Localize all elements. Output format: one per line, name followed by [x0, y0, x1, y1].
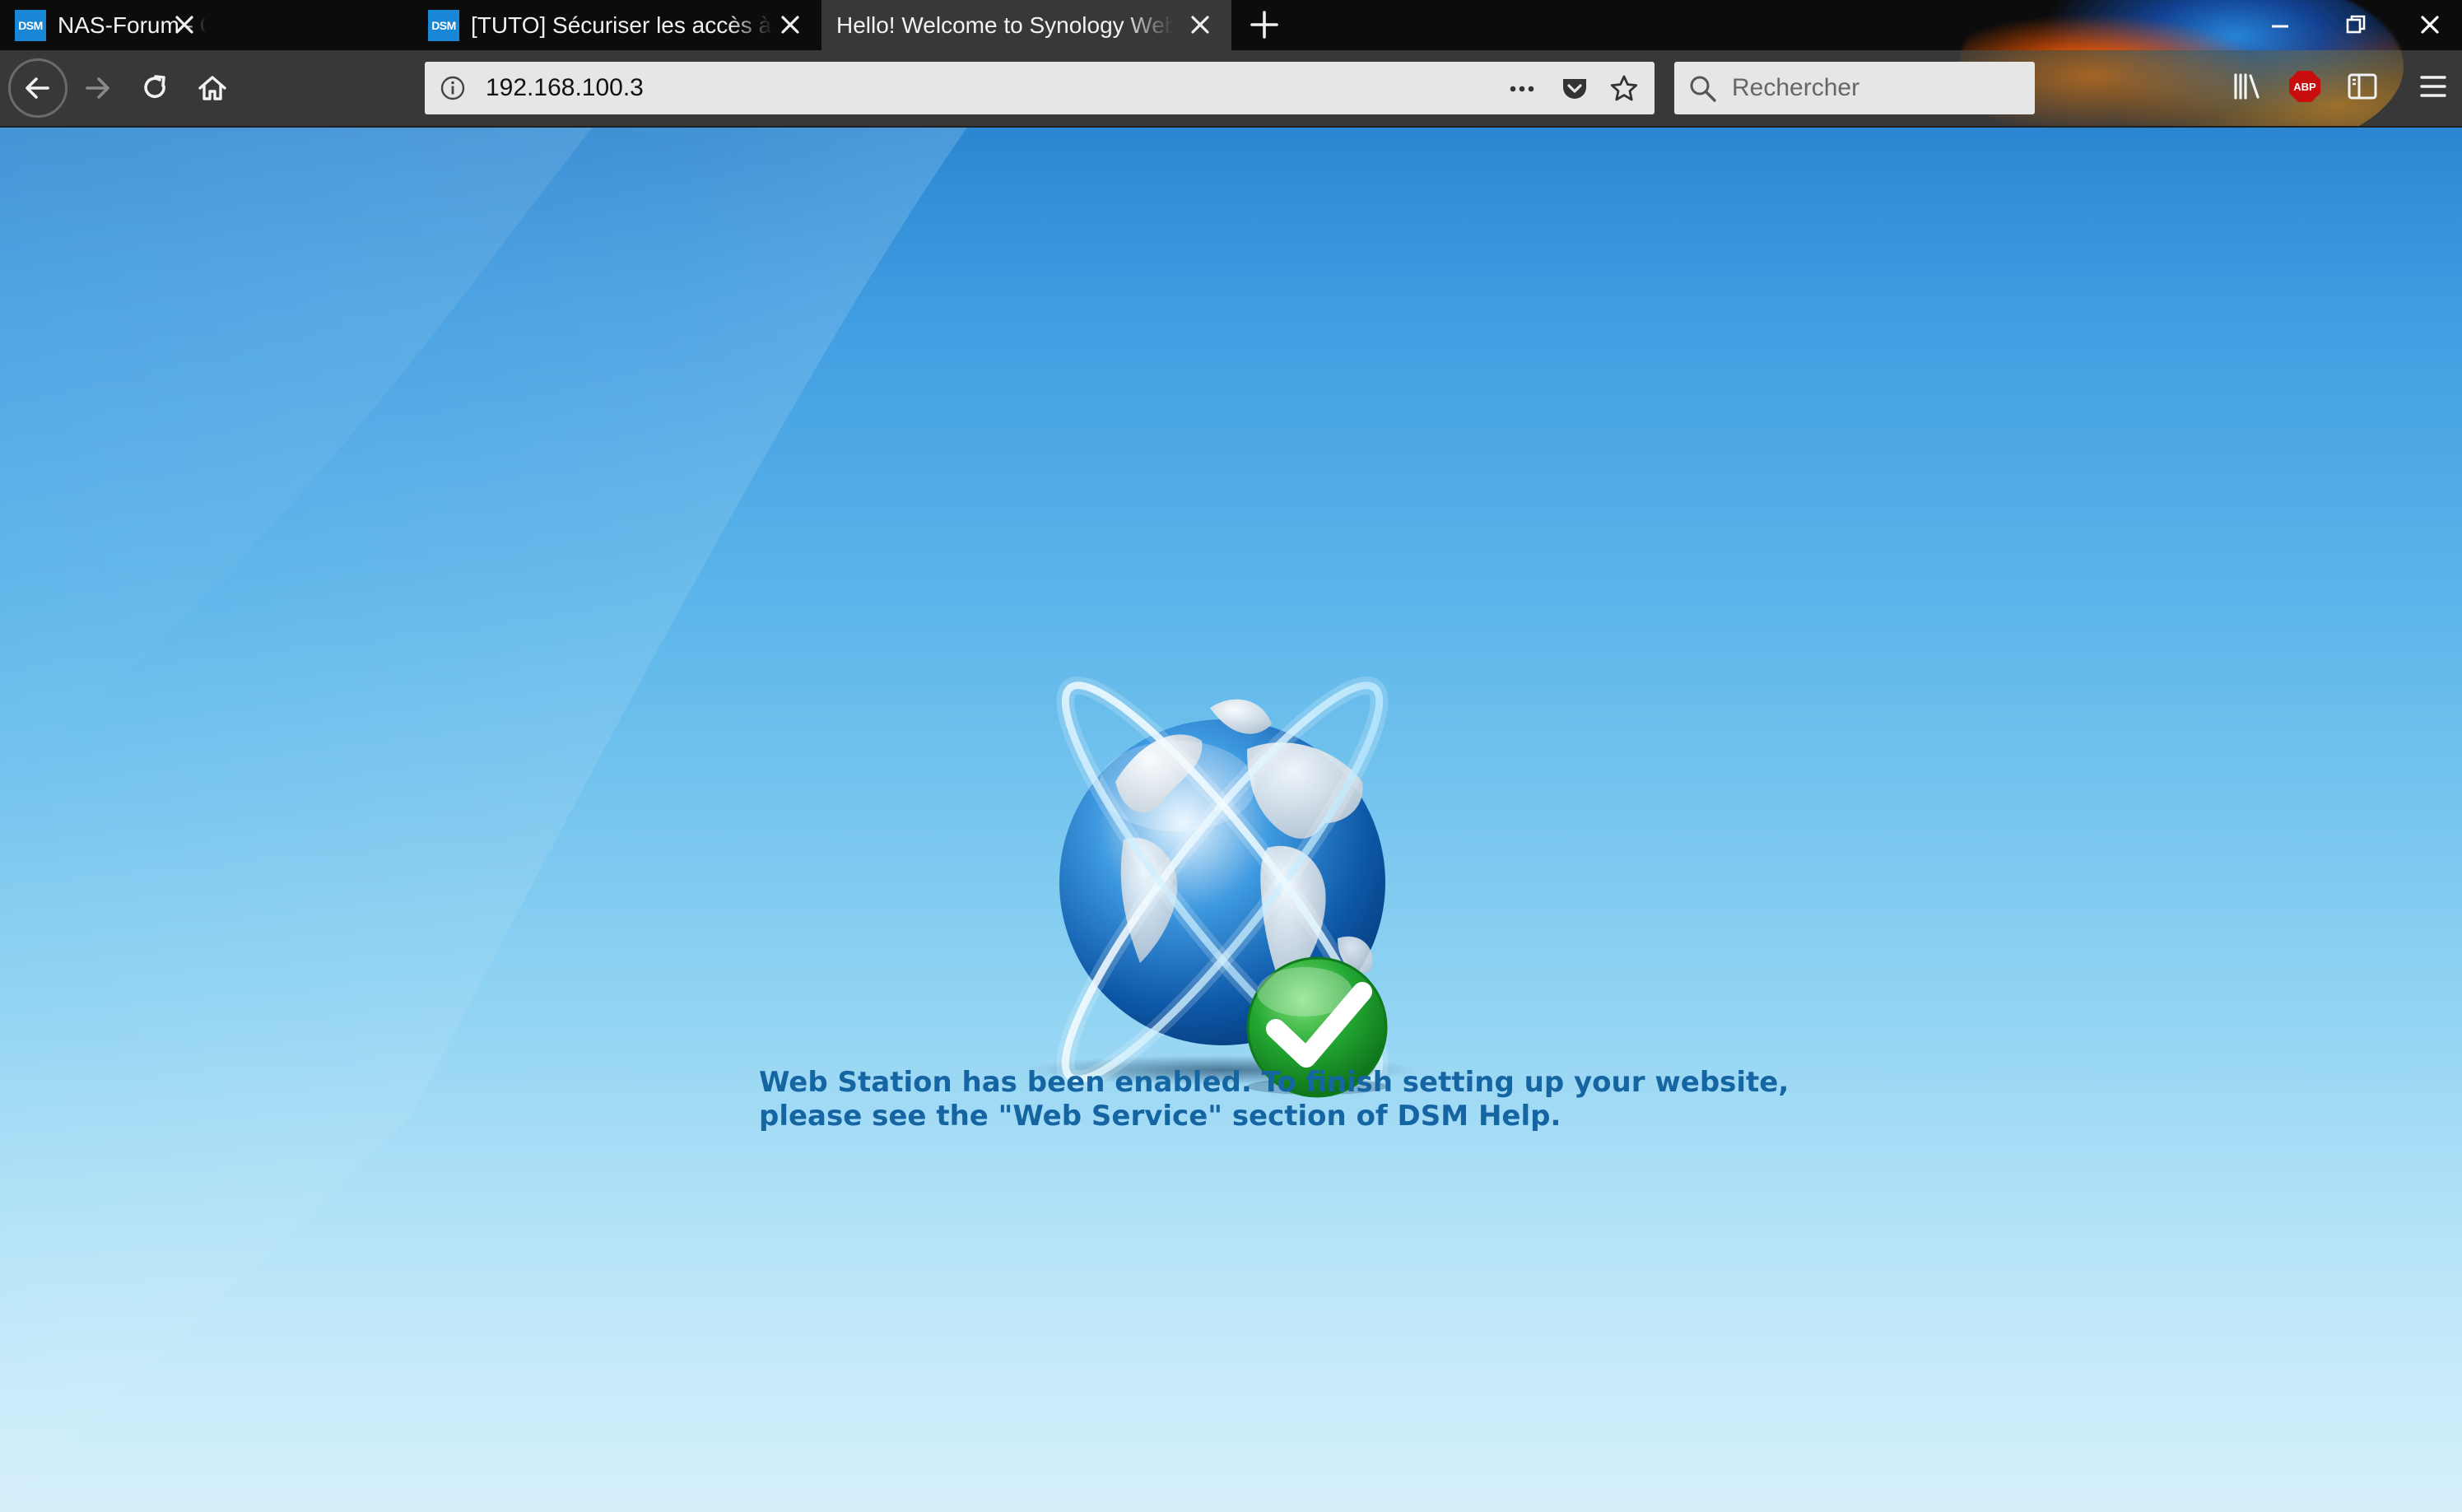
star-icon[interactable]	[1608, 73, 1640, 105]
adblock-plus-icon[interactable]: ABP	[2287, 68, 2323, 105]
back-arrow-icon	[26, 77, 49, 99]
reload-button[interactable]	[130, 63, 179, 113]
navigation-toolbar: ABP	[0, 50, 2462, 128]
hamburger-menu-icon[interactable]	[2415, 68, 2451, 105]
forward-button[interactable]	[72, 63, 122, 113]
site-info-icon[interactable]	[438, 73, 468, 103]
status-message-line: Web Station has been enabled. To finish …	[759, 1066, 1789, 1099]
url-input[interactable]	[486, 70, 1473, 106]
sidebar-icon[interactable]	[2344, 68, 2381, 105]
close-window-icon[interactable]	[2412, 7, 2448, 43]
search-bar[interactable]	[1674, 62, 2035, 114]
address-bar[interactable]	[425, 62, 1655, 114]
search-input[interactable]	[1732, 70, 2020, 106]
tab-strip: DSM NAS-Forum - Communauté Française DSM…	[0, 0, 2462, 50]
status-message-line: please see the "Web Service" section of …	[759, 1100, 1561, 1133]
dsm-favicon-icon: DSM	[428, 9, 459, 41]
more-dots-icon[interactable]	[1506, 73, 1538, 105]
reload-icon	[144, 75, 165, 99]
status-message: Web Station has been enabled. To finish …	[759, 1066, 1829, 1133]
forward-arrow-icon	[86, 77, 109, 99]
web-station-globe-icon	[1025, 676, 1420, 1098]
search-icon	[1690, 76, 1716, 102]
theme-artwork	[1959, 0, 2404, 50]
tab-title: Hello! Welcome to Synology Web Station!	[836, 12, 1174, 38]
back-button[interactable]	[8, 58, 67, 118]
close-icon[interactable]	[171, 12, 198, 38]
restore-icon[interactable]	[2338, 7, 2374, 43]
tab-title: [TUTO] Sécuriser les accès à son NAS	[471, 12, 774, 38]
tab-web-station[interactable]: Hello! Welcome to Synology Web Station!	[821, 0, 1231, 50]
minimize-icon[interactable]	[2262, 7, 2298, 43]
close-icon[interactable]	[777, 12, 803, 38]
tab-nas-forum[interactable]: DSM NAS-Forum - Communauté Française	[0, 0, 216, 50]
new-tab-icon[interactable]	[1246, 7, 1282, 43]
tab-tuto[interactable]: DSM [TUTO] Sécuriser les accès à son NAS	[413, 0, 821, 50]
home-button[interactable]	[188, 63, 237, 113]
dsm-favicon-icon: DSM	[15, 9, 46, 41]
pocket-icon[interactable]	[1559, 73, 1590, 105]
library-icon[interactable]	[2229, 68, 2265, 105]
page-content: Web Station has been enabled. To finish …	[0, 128, 2462, 1512]
close-icon[interactable]	[1187, 12, 1213, 38]
home-icon	[198, 76, 226, 100]
adblock-badge-text: ABP	[2293, 81, 2316, 93]
